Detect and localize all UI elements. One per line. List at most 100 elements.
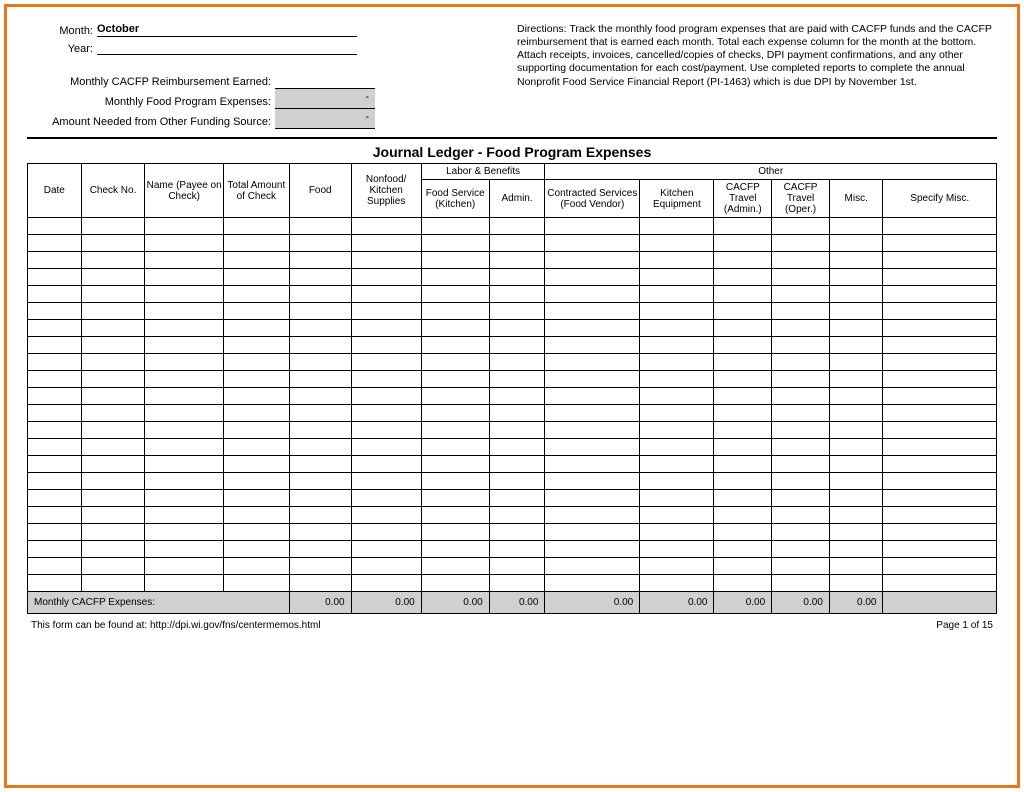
table-cell[interactable] — [351, 473, 421, 490]
table-cell[interactable] — [714, 388, 772, 405]
table-cell[interactable] — [772, 354, 830, 371]
table-cell[interactable] — [421, 252, 489, 269]
table-cell[interactable] — [145, 439, 223, 456]
table-cell[interactable] — [883, 558, 997, 575]
table-cell[interactable] — [421, 320, 489, 337]
table-cell[interactable] — [772, 252, 830, 269]
table-cell[interactable] — [714, 235, 772, 252]
table-cell[interactable] — [28, 235, 82, 252]
table-cell[interactable] — [421, 575, 489, 592]
table-cell[interactable] — [714, 286, 772, 303]
month-value[interactable]: October — [97, 23, 357, 37]
table-cell[interactable] — [145, 354, 223, 371]
table-cell[interactable] — [145, 235, 223, 252]
table-cell[interactable] — [714, 252, 772, 269]
table-cell[interactable] — [489, 320, 545, 337]
table-cell[interactable] — [145, 405, 223, 422]
table-cell[interactable] — [545, 320, 640, 337]
table-cell[interactable] — [829, 269, 883, 286]
table-cell[interactable] — [28, 218, 82, 235]
table-cell[interactable] — [289, 439, 351, 456]
table-cell[interactable] — [351, 337, 421, 354]
table-cell[interactable] — [28, 320, 82, 337]
table-cell[interactable] — [81, 269, 145, 286]
table-cell[interactable] — [714, 473, 772, 490]
table-cell[interactable] — [223, 524, 289, 541]
table-cell[interactable] — [421, 371, 489, 388]
table-cell[interactable] — [28, 303, 82, 320]
table-cell[interactable] — [640, 218, 714, 235]
table-cell[interactable] — [28, 252, 82, 269]
table-cell[interactable] — [145, 524, 223, 541]
table-cell[interactable] — [289, 371, 351, 388]
table-cell[interactable] — [829, 473, 883, 490]
table-cell[interactable] — [351, 422, 421, 439]
table-cell[interactable] — [145, 269, 223, 286]
table-cell[interactable] — [772, 439, 830, 456]
table-cell[interactable] — [545, 439, 640, 456]
table-cell[interactable] — [81, 405, 145, 422]
table-cell[interactable] — [829, 405, 883, 422]
table-cell[interactable] — [421, 507, 489, 524]
table-cell[interactable] — [223, 252, 289, 269]
table-cell[interactable] — [351, 320, 421, 337]
table-cell[interactable] — [145, 490, 223, 507]
table-cell[interactable] — [145, 541, 223, 558]
table-cell[interactable] — [714, 354, 772, 371]
table-cell[interactable] — [545, 507, 640, 524]
table-cell[interactable] — [351, 269, 421, 286]
reimbursement-value[interactable] — [275, 69, 375, 89]
table-cell[interactable] — [883, 575, 997, 592]
table-cell[interactable] — [883, 218, 997, 235]
table-cell[interactable] — [489, 558, 545, 575]
table-cell[interactable] — [351, 575, 421, 592]
table-cell[interactable] — [289, 235, 351, 252]
table-cell[interactable] — [28, 575, 82, 592]
table-cell[interactable] — [223, 405, 289, 422]
table-cell[interactable] — [545, 558, 640, 575]
table-cell[interactable] — [489, 456, 545, 473]
table-cell[interactable] — [223, 541, 289, 558]
table-cell[interactable] — [489, 269, 545, 286]
table-cell[interactable] — [829, 303, 883, 320]
table-cell[interactable] — [421, 405, 489, 422]
table-cell[interactable] — [421, 473, 489, 490]
table-cell[interactable] — [883, 439, 997, 456]
table-cell[interactable] — [351, 218, 421, 235]
table-cell[interactable] — [289, 320, 351, 337]
table-cell[interactable] — [28, 269, 82, 286]
table-cell[interactable] — [489, 337, 545, 354]
table-cell[interactable] — [81, 218, 145, 235]
table-cell[interactable] — [351, 252, 421, 269]
table-cell[interactable] — [28, 490, 82, 507]
table-cell[interactable] — [421, 490, 489, 507]
table-cell[interactable] — [829, 490, 883, 507]
table-cell[interactable] — [772, 541, 830, 558]
table-cell[interactable] — [772, 218, 830, 235]
table-cell[interactable] — [489, 507, 545, 524]
table-cell[interactable] — [28, 388, 82, 405]
table-cell[interactable] — [489, 473, 545, 490]
table-cell[interactable] — [640, 473, 714, 490]
table-cell[interactable] — [223, 575, 289, 592]
table-cell[interactable] — [223, 473, 289, 490]
table-cell[interactable] — [714, 541, 772, 558]
table-cell[interactable] — [28, 524, 82, 541]
table-cell[interactable] — [289, 473, 351, 490]
table-cell[interactable] — [81, 422, 145, 439]
table-cell[interactable] — [829, 558, 883, 575]
table-cell[interactable] — [81, 439, 145, 456]
table-cell[interactable] — [829, 456, 883, 473]
table-cell[interactable] — [489, 218, 545, 235]
table-cell[interactable] — [772, 456, 830, 473]
table-cell[interactable] — [421, 337, 489, 354]
table-cell[interactable] — [714, 320, 772, 337]
table-cell[interactable] — [883, 303, 997, 320]
table-cell[interactable] — [489, 371, 545, 388]
table-cell[interactable] — [81, 524, 145, 541]
table-cell[interactable] — [28, 371, 82, 388]
table-cell[interactable] — [289, 405, 351, 422]
table-cell[interactable] — [145, 422, 223, 439]
table-cell[interactable] — [145, 218, 223, 235]
table-cell[interactable] — [489, 354, 545, 371]
